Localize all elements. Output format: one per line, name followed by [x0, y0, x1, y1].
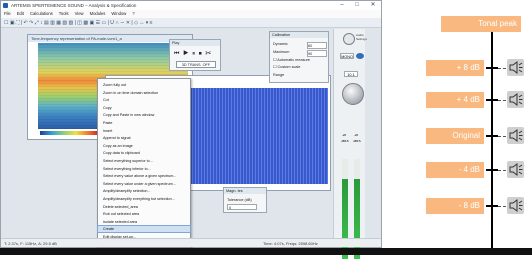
axis-tick [486, 135, 498, 137]
spectrogram-colorbar [40, 131, 100, 135]
axis-tick [486, 205, 498, 207]
context-menu-item[interactable]: Amplify/deamplify selection... [98, 188, 190, 194]
menu-help[interactable]: ? [129, 10, 137, 18]
menu-calculations[interactable]: Calculations [27, 10, 56, 18]
tolerance-widget-title: Magn. tes [224, 188, 266, 194]
speaker-icon[interactable] [507, 91, 524, 108]
context-menu-item[interactable]: Paste [98, 120, 190, 126]
app-window: ARTEMIS SPERTEMENCE SOUND – Analysis & S… [0, 0, 382, 259]
context-menu-item[interactable]: Select everything inferior to... [98, 166, 190, 172]
context-menu-item[interactable]: Zoom fully out [98, 82, 190, 88]
axis-tick [486, 67, 498, 69]
level-label: + 8 dB [426, 60, 484, 76]
minimize-button[interactable]: – [335, 1, 349, 10]
speaker-icon[interactable] [507, 59, 524, 76]
dashed-connector [498, 68, 506, 69]
level-label: - 4 dB [426, 162, 484, 178]
mode-select[interactable]: MONO [340, 53, 354, 59]
calibration-row-range: Range [273, 72, 327, 79]
tolerance-widget: Magn. tes Tolerance (dB) 0 [223, 187, 267, 213]
maximum-field[interactable]: 90 [307, 50, 327, 57]
audio-settings-label: Audio Settings [356, 33, 367, 41]
menu-bar: File Edit Calculations Tools View Modules Wind… [1, 10, 381, 18]
3d-trans-button[interactable]: 3D TRANS. OFF [176, 61, 216, 68]
gain-value[interactable]: 10.1 [344, 71, 358, 77]
play-widget: Play ⏮ ▶ ⏸ ⏹ ✂ 3D TRANS. OFF [169, 39, 221, 71]
axis-tick [486, 99, 498, 101]
playback-controls[interactable]: ⏮ ▶ ⏸ ⏹ ✂ [174, 50, 218, 58]
context-menu-item[interactable]: Copy data to clipboard [98, 150, 190, 156]
context-menu-item[interactable]: Copy and Paste in new window [98, 112, 190, 118]
context-menu-item[interactable]: Cut [98, 97, 190, 103]
speaker-icon[interactable] [507, 197, 524, 214]
context-menu-item[interactable]: Delete selected_area [98, 204, 190, 210]
context-menu-item[interactable]: Rub out selected area [98, 211, 190, 217]
spectrogram-title: Time-frequency representation of PA-male… [28, 35, 192, 42]
app-icon [3, 3, 8, 8]
menu-file[interactable]: File [1, 10, 14, 18]
tonal-peak-label: Tonal peak [441, 16, 521, 32]
context-menu-item[interactable]: Isolate selected area [98, 219, 190, 225]
tolerance-label: Tolerance (dB) [227, 198, 252, 202]
meter-label: -20 [341, 133, 347, 137]
calibration-label: Range [273, 73, 285, 77]
context-menu-item[interactable]: Select everything superior to... [98, 158, 190, 164]
calibration-row-auto[interactable]: ☐ Automatic measure [273, 57, 327, 64]
meter-unit: dBFS [353, 139, 361, 143]
axis-tick [486, 169, 498, 171]
tolerance-field[interactable]: 0 [227, 204, 257, 210]
context-menu-item[interactable]: Copy as an image [98, 143, 190, 149]
close-button[interactable]: ✕ [366, 1, 380, 10]
settings-icon[interactable] [343, 33, 355, 45]
dashed-connector [498, 136, 506, 137]
mode-indicator-icon [356, 53, 364, 59]
level-label: - 8 dB [426, 198, 484, 214]
dashed-connector [498, 170, 506, 171]
context-menu-item[interactable]: Select every value above a given spectru… [98, 173, 190, 179]
context-menu: Zoom fully out Zoom in on time domain sel… [97, 78, 191, 248]
context-menu-item[interactable]: Zoom in on time domain selection [98, 90, 190, 96]
calibration-label: Custom scale [277, 65, 301, 69]
calibration-label: Maximum [273, 50, 290, 54]
context-menu-item[interactable]: Amplify/deamplify everything but selecti… [98, 196, 190, 202]
meter-label: -20 [353, 133, 359, 137]
context-menu-item[interactable]: Copy [98, 105, 190, 111]
context-menu-item[interactable]: Insert [98, 128, 190, 134]
speaker-icon[interactable] [507, 161, 524, 178]
calibration-label: Dynamic [273, 42, 288, 46]
bottom-bar [0, 248, 532, 255]
calibration-widget: Calibration Dynamic 60 Maximum 90 ☐ Auto… [269, 31, 329, 83]
calibration-row-dynamic: Dynamic 60 [273, 41, 327, 49]
speaker-icon[interactable] [507, 127, 524, 144]
level-label: Original [426, 128, 484, 144]
window-title: ARTEMIS SPERTEMENCE SOUND – Analysis & S… [11, 3, 137, 8]
calibration-row-maximum: Maximum 90 [273, 49, 327, 57]
menu-window[interactable]: Window [108, 10, 129, 18]
menu-tools[interactable]: Tools [56, 10, 72, 18]
context-menu-item[interactable]: Create [97, 225, 191, 234]
level-label: + 4 dB [426, 92, 484, 108]
status-bar: T: 2.37s, F: 115Hz, A: 29.5 dB Time: 4.0… [1, 238, 381, 247]
context-menu-item[interactable]: Append to signal [98, 135, 190, 141]
menu-view[interactable]: View [72, 10, 87, 18]
level-panel: Audio Settings MONO 10.1 -20 -20 dBFS dB… [333, 29, 367, 259]
dashed-connector [498, 206, 506, 207]
dashed-connector [498, 100, 506, 101]
calibration-label: Automatic measure [277, 58, 310, 62]
menu-edit[interactable]: Edit [14, 10, 27, 18]
calibration-row-custom[interactable]: ☐ Custom scale [273, 64, 327, 71]
play-widget-title: Play [170, 40, 220, 46]
title-bar: ARTEMIS SPERTEMENCE SOUND – Analysis & S… [1, 1, 381, 10]
toolbar[interactable]: ☐ ▣ ⛶ | ↶ ↷ ⤢ ↕ ▤ ▥ ▦ ▧ ▨ | ◫ ▩ ▣ ☰ ▭ | … [1, 18, 381, 28]
menu-modules[interactable]: Modules [87, 10, 109, 18]
dynamic-field[interactable]: 60 [307, 42, 327, 49]
meter-unit: dBFS [341, 139, 349, 143]
gain-knob[interactable] [342, 83, 364, 105]
status-left: T: 2.37s, F: 115Hz, A: 29.5 dB [4, 241, 57, 246]
context-menu-item[interactable]: Select every value under a given spectru… [98, 181, 190, 187]
calibration-title: Calibration [270, 32, 328, 38]
status-right: Time: 4.07s, Freqs: 2598.60Hz [263, 241, 318, 246]
maximize-button[interactable]: □ [350, 1, 364, 10]
